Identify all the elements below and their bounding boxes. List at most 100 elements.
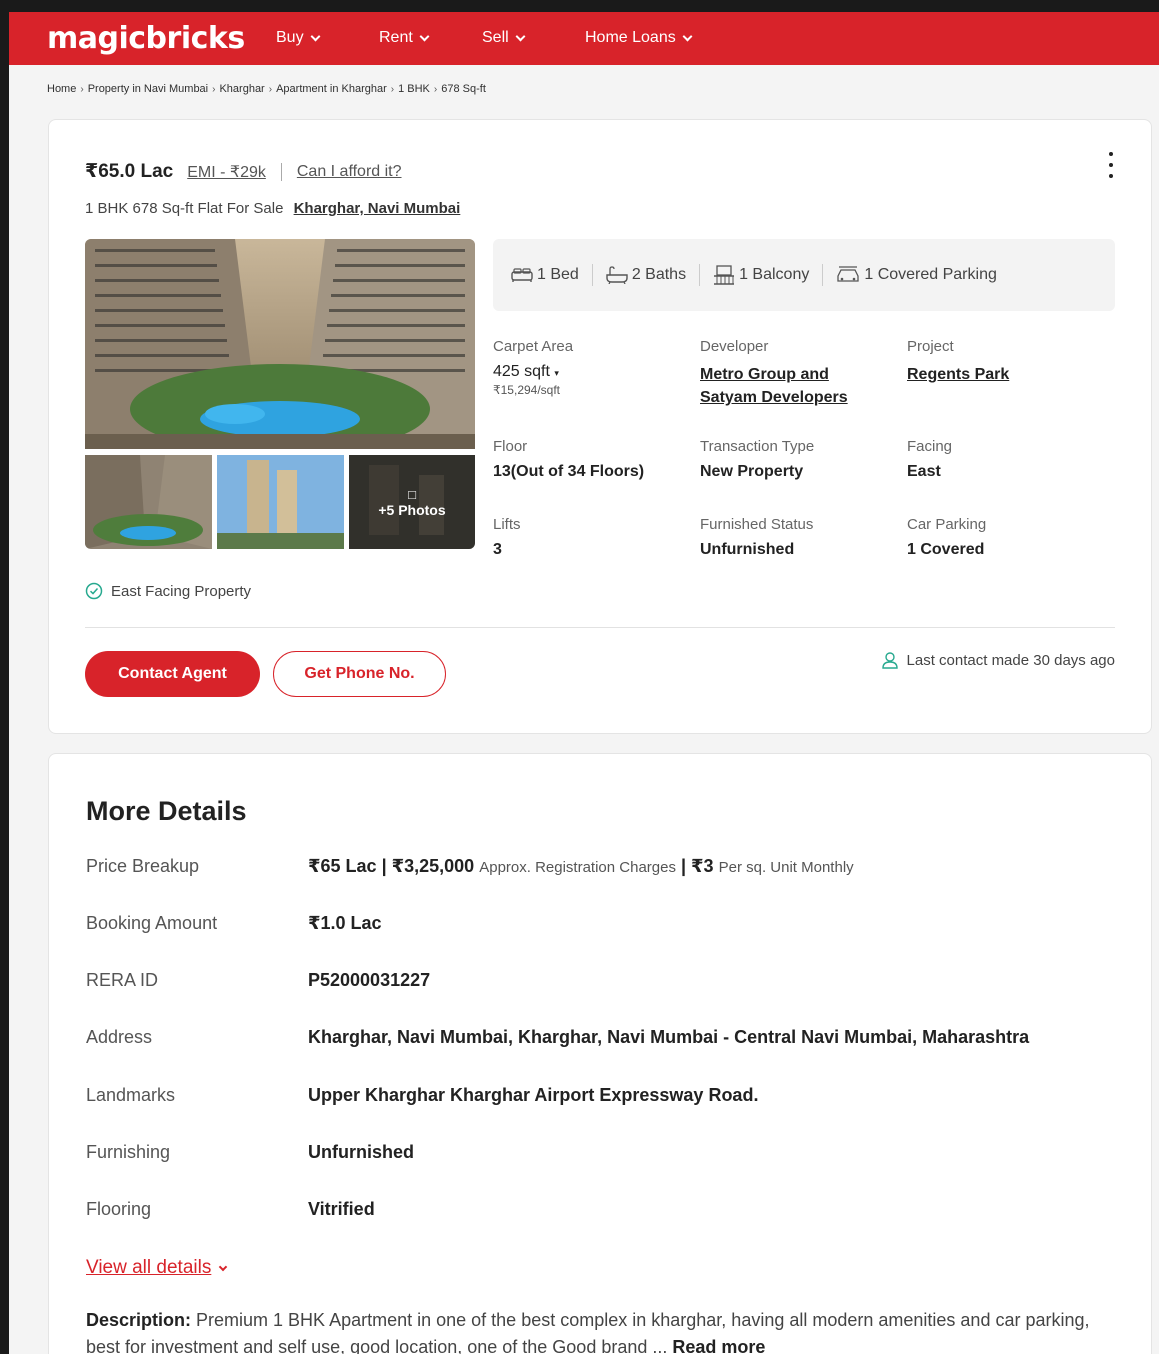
developer-cell: Developer Metro Group and Satyam Develope… [700,338,900,409]
description-label: Description: [86,1310,192,1330]
nav-rent[interactable]: Rent [379,29,430,47]
bath-label: 2 Baths [631,266,687,283]
price-breakup-value: ₹65 Lac | ₹3,25,000 Approx. Registration… [308,856,854,876]
parking-label: 1 Covered Parking [864,266,997,283]
thumbnail-photo[interactable] [217,455,344,549]
developer-link[interactable]: Metro Group and Satyam Developers [700,363,900,409]
magicbricks-logo[interactable]: magicbricks [47,21,245,56]
chevron-down-icon [310,31,321,41]
flooring-value: Vitrified [308,1199,375,1219]
landmarks-row: Landmarks Upper Kharghar Kharghar Airpor… [86,1085,758,1106]
facing-value: East [907,463,941,480]
breadcrumb-navi-mumbai[interactable]: Property in Navi Mumbai [88,83,208,95]
nav-home-loans[interactable]: Home Loans [585,29,693,47]
breadcrumb-apartment[interactable]: Apartment in Kharghar [276,83,387,95]
breadcrumb: Home › Property in Navi Mumbai › Kharghar ›… [47,83,486,95]
nav-home-loans-label: Home Loans [585,29,676,46]
bed-icon [511,268,533,282]
car-parking-cell: Car Parking 1 Covered [907,516,1107,559]
listing-subtitle: 1 BHK 678 Sq-ft Flat For Sale Kharghar, … [85,200,460,217]
floor-label: Floor [493,438,528,455]
furnishing-row: Furnishing Unfurnished [86,1142,414,1163]
listing-price: ₹65.0 Lac [85,161,174,182]
rera-id-value: P52000031227 [308,970,431,990]
address-label: Address [86,1027,153,1047]
main-property-photo[interactable] [85,239,475,449]
bath-amenity: 2 Baths [606,266,686,284]
breadcrumb-home[interactable]: Home [47,83,76,95]
furnished-label: Furnished Status [700,516,814,533]
project-cell: Project Regents Park [907,338,1107,386]
last-contact-text: Last contact made 30 days ago [906,651,1115,669]
nav-rent-label: Rent [379,29,413,46]
check-circle-icon [85,582,103,600]
flooring-row: Flooring Vitrified [86,1199,375,1220]
description: Description: Premium 1 BHK Apartment in … [86,1307,1116,1354]
carpet-area-value[interactable]: 425 sqft ▾ [493,363,693,381]
nav-buy[interactable]: Buy [276,29,321,47]
floor-value: 13(Out of 34 Floors) [493,463,645,480]
flooring-label: Flooring [86,1199,152,1219]
booking-amount-value: ₹1.0 Lac [308,913,382,933]
transaction-value: New Property [700,463,804,480]
developer-label: Developer [700,338,769,355]
emi-link[interactable]: EMI - ₹29k [187,162,266,182]
read-more-link[interactable]: Read more [672,1337,765,1354]
breadcrumb-separator-icon: › [433,83,438,95]
user-icon [881,652,898,669]
more-photos-label: +5 Photos [378,501,446,518]
floor-cell: Floor 13(Out of 34 Floors) [493,438,693,481]
bathtub-icon [606,266,628,284]
project-link[interactable]: Regents Park [907,363,1107,386]
lifts-label: Lifts [493,516,521,533]
car-parking-value: 1 Covered [907,541,985,558]
view-all-details-link[interactable]: View all details [86,1257,228,1279]
carpet-area-cell: Carpet Area 425 sqft ▾ ₹15,294/sqft [493,338,693,397]
rera-id-row: RERA ID P52000031227 [86,970,430,991]
get-phone-button[interactable]: Get Phone No. [273,651,446,697]
breadcrumb-kharghar[interactable]: Kharghar [219,83,264,95]
breadcrumb-separator-icon: › [268,83,273,95]
carpet-area-label: Carpet Area [493,338,574,355]
more-photos-tile[interactable]: □ +5 Photos [349,455,475,549]
more-options-icon[interactable] [1107,152,1115,178]
listing-type: 1 BHK 678 Sq-ft Flat For Sale [85,200,284,217]
nav-buy-label: Buy [276,29,304,46]
furnished-cell: Furnished Status Unfurnished [700,516,900,559]
bed-amenity: 1 Bed [511,266,579,284]
breadcrumb-size: 678 Sq-ft [441,83,486,95]
booking-amount-row: Booking Amount ₹1.0 Lac [86,913,382,934]
photos-overlay: □ +5 Photos [349,455,475,549]
breadcrumb-bhk[interactable]: 1 BHK [398,83,430,95]
balcony-icon [714,265,735,285]
breadcrumb-separator-icon: › [390,83,395,95]
more-details-card: More Details Price Breakup ₹65 Lac | ₹3,… [48,753,1152,1354]
nav-sell[interactable]: Sell [482,29,526,47]
listing-card: ₹65.0 Lac EMI - ₹29k Can I afford it? 1 … [48,119,1152,734]
divider [822,264,824,286]
gallery-icon: □ [408,486,416,502]
facing-note: East Facing Property [85,582,251,600]
location-link[interactable]: Kharghar, Navi Mumbai [294,200,461,217]
view-all-label: View all details [86,1257,212,1278]
facing-note-text: East Facing Property [111,582,252,600]
price-row: ₹65.0 Lac EMI - ₹29k Can I afford it? [85,160,402,183]
browser-frame: magicbricks Buy Rent Sell Home Loans Hom… [0,0,1159,1354]
chevron-down-icon [419,31,430,41]
address-value: Kharghar, Navi Mumbai, Kharghar, Navi Mu… [308,1027,1030,1047]
afford-link[interactable]: Can I afford it? [297,163,402,181]
furnishing-value: Unfurnished [308,1142,414,1162]
chevron-down-icon [219,1262,228,1272]
breadcrumb-separator-icon: › [212,83,216,95]
balcony-label: 1 Balcony [739,266,810,283]
lifts-value: 3 [493,541,502,558]
thumbnail-photo[interactable] [85,455,212,549]
rera-id-label: RERA ID [86,970,159,990]
more-details-title: More Details [86,796,247,826]
price-breakup-label: Price Breakup [86,856,200,876]
project-label: Project [907,338,954,355]
furnishing-label: Furnishing [86,1142,171,1162]
divider [85,627,1115,628]
parking-amenity: 1 Covered Parking [836,266,997,284]
contact-agent-button[interactable]: Contact Agent [85,651,260,697]
